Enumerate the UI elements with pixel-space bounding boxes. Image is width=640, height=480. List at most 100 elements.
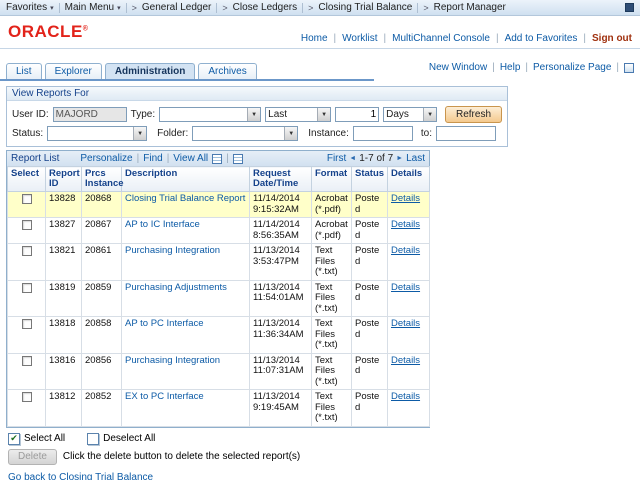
select-all-label[interactable]: Select All [24, 433, 65, 444]
row-select-checkbox[interactable] [22, 283, 32, 293]
row-select-checkbox[interactable] [22, 220, 32, 230]
utility-links: New Window | Help | Personalize Page | [429, 56, 634, 79]
add-to-favorites-link[interactable]: Add to Favorites [505, 33, 578, 44]
personalize-page-link[interactable]: Personalize Page [533, 62, 611, 73]
request-datetime-cell: 11/13/2014 11:54:01AM [250, 280, 312, 317]
home-link[interactable]: Home [301, 33, 328, 44]
description-link[interactable]: AP to PC Interface [125, 318, 204, 329]
details-link[interactable]: Details [391, 282, 420, 293]
dropdown-arrow-icon: ▼ [317, 108, 330, 121]
breadcrumb-separator: > [308, 3, 313, 13]
col-request-datetime: Request Date/Time [250, 167, 312, 192]
go-back-link[interactable]: Go back to Closing Trial Balance [8, 472, 153, 480]
worklist-link[interactable]: Worklist [342, 33, 377, 44]
tab-explorer[interactable]: Explorer [45, 63, 102, 79]
last-select-value: Last [266, 108, 317, 121]
next-page-icon[interactable]: ► [396, 155, 403, 162]
sign-out-link[interactable]: Sign out [592, 33, 632, 44]
format-cell: Acrobat (*.pdf) [312, 218, 352, 244]
deselect-all-label[interactable]: Deselect All [103, 433, 155, 444]
breadcrumb-item-close-ledgers[interactable]: Close Ledgers [233, 2, 297, 13]
breadcrumb-item-general-ledger[interactable]: General Ledger [142, 2, 212, 13]
instance-label: Instance: [308, 128, 349, 139]
filter-row-1: User ID: Type: ▼ Last ▼ Days ▼ Refresh [12, 106, 502, 123]
divider: | [496, 33, 499, 44]
deselect-all-icon[interactable] [87, 433, 99, 445]
tabs: List Explorer Administration Archives [6, 49, 257, 79]
status-cell: Posted [352, 244, 388, 281]
pager-first-link[interactable]: First [327, 153, 346, 164]
details-link[interactable]: Details [391, 355, 420, 366]
divider [417, 3, 418, 13]
divider: | [226, 153, 229, 164]
row-select-checkbox[interactable] [22, 356, 32, 366]
folder-select[interactable]: ▼ [192, 126, 298, 141]
personalize-link[interactable]: Personalize [80, 153, 132, 164]
format-cell: Text Files (*.txt) [312, 390, 352, 427]
grid-action-icon[interactable] [233, 154, 243, 164]
description-link[interactable]: EX to PC Interface [125, 391, 204, 402]
find-link[interactable]: Find [143, 153, 162, 164]
description-link[interactable]: Purchasing Integration [125, 355, 220, 366]
status-label: Status: [12, 128, 43, 139]
tab-list[interactable]: List [6, 63, 42, 79]
divider: | [167, 153, 170, 164]
user-id-field[interactable] [53, 107, 127, 122]
tab-archives[interactable]: Archives [198, 63, 256, 79]
details-link[interactable]: Details [391, 391, 420, 402]
details-link[interactable]: Details [391, 245, 420, 256]
instance-to-field[interactable] [436, 126, 496, 141]
days-select[interactable]: Days ▼ [383, 107, 437, 122]
multichannel-console-link[interactable]: MultiChannel Console [392, 33, 490, 44]
row-select-checkbox[interactable] [22, 319, 32, 329]
pager-last-link[interactable]: Last [406, 153, 425, 164]
status-select[interactable]: ▼ [47, 126, 147, 141]
description-link[interactable]: Closing Trial Balance Report [125, 193, 245, 204]
previous-page-icon[interactable]: ◄ [349, 155, 356, 162]
last-count-field[interactable] [335, 107, 379, 122]
delete-button[interactable]: Delete [8, 449, 57, 465]
table-row: 13816 20856 Purchasing Integration 11/13… [8, 353, 430, 390]
row-select-checkbox[interactable] [22, 194, 32, 204]
dropdown-arrow-icon: ▼ [133, 127, 146, 140]
divider: | [583, 33, 586, 44]
breadcrumb-main-menu[interactable]: Main Menu ▾ [65, 2, 121, 13]
new-window-link[interactable]: New Window [429, 62, 487, 73]
refresh-button[interactable]: Refresh [445, 106, 502, 123]
oracle-logo: ORACLE® [8, 22, 88, 42]
table-row: 13828 20868 Closing Trial Balance Report… [8, 192, 430, 218]
download-to-excel-icon[interactable] [212, 154, 222, 164]
delete-hint: Click the delete button to delete the se… [63, 451, 300, 462]
prcs-instance-cell: 20852 [82, 390, 122, 427]
instance-from-field[interactable] [353, 126, 413, 141]
view-all-link[interactable]: View All [173, 153, 208, 164]
select-all-icon[interactable]: ✔ [8, 433, 20, 445]
breadcrumb-item-closing-trial-balance[interactable]: Closing Trial Balance [318, 2, 412, 13]
row-select-checkbox[interactable] [22, 246, 32, 256]
col-format: Format [312, 167, 352, 192]
description-link[interactable]: AP to IC Interface [125, 219, 200, 230]
col-status: Status [352, 167, 388, 192]
table-row: 13812 20852 EX to PC Interface 11/13/201… [8, 390, 430, 427]
copy-url-icon[interactable] [624, 63, 634, 73]
request-datetime-cell: 11/14/2014 8:56:35AM [250, 218, 312, 244]
window-icon[interactable] [625, 3, 634, 12]
status-cell: Posted [352, 218, 388, 244]
row-select-checkbox[interactable] [22, 392, 32, 402]
report-id-cell: 13812 [46, 390, 82, 427]
status-cell: Posted [352, 353, 388, 390]
details-link[interactable]: Details [391, 193, 420, 204]
details-link[interactable]: Details [391, 318, 420, 329]
selection-actions: ✔ Select All Deselect All [8, 433, 632, 445]
breadcrumb-main-menu-label: Main Menu [65, 2, 114, 13]
type-select[interactable]: ▼ [159, 107, 261, 122]
breadcrumb-favorites[interactable]: Favorites ▾ [6, 2, 54, 13]
details-link[interactable]: Details [391, 219, 420, 230]
request-datetime-cell: 11/13/2014 11:36:34AM [250, 317, 312, 354]
help-link[interactable]: Help [500, 62, 521, 73]
tab-administration[interactable]: Administration [105, 63, 196, 79]
description-link[interactable]: Purchasing Adjustments [125, 282, 227, 293]
last-select[interactable]: Last ▼ [265, 107, 331, 122]
report-manager-page: Favorites ▾ Main Menu ▾ > General Ledger… [0, 0, 640, 480]
description-link[interactable]: Purchasing Integration [125, 245, 220, 256]
